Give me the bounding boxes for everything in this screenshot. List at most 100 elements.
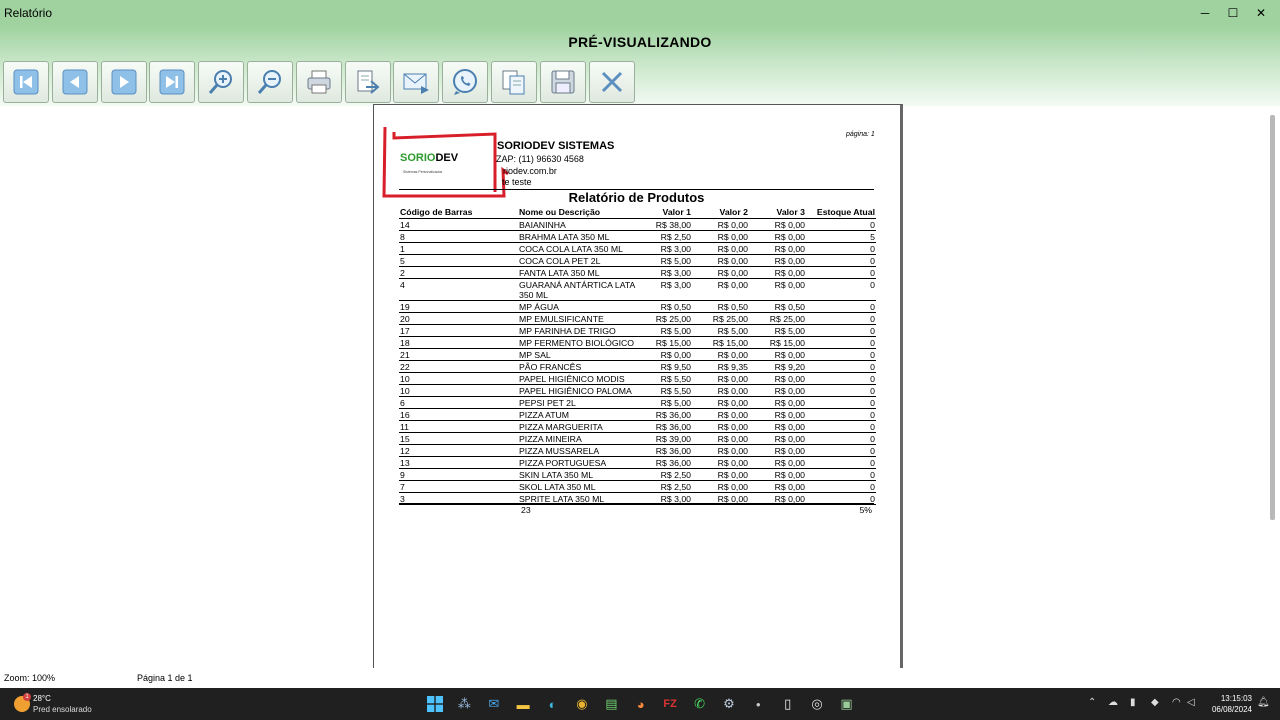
taskbar-report-app[interactable]: ▣ xyxy=(836,694,856,714)
previous-page-button[interactable] xyxy=(51,61,98,103)
taskbar-settings[interactable]: ⚙ xyxy=(719,694,739,714)
table-cell: R$ 9,35 xyxy=(692,360,749,373)
table-cell: R$ 25,00 xyxy=(650,312,692,325)
clock-date: 06/08/2024 xyxy=(1211,705,1252,714)
tray-volume-icon[interactable]: ◁ xyxy=(1187,697,1195,708)
table-row: 2 FANTA LATA 350 ML R$ 3,00 R$ 0,00 R$ 0,00 0 xyxy=(399,266,876,279)
maximize-button[interactable]: ☐ xyxy=(1219,4,1247,22)
tray-security-icon[interactable]: ◆ xyxy=(1151,697,1159,708)
table-row: 19 MP ÁGUA R$ 0,50 R$ 0,50 R$ 0,50 0 xyxy=(399,300,876,313)
table-cell: 0 xyxy=(806,254,876,267)
table-row: 13 PIZZA PORTUGUESA R$ 36,00 R$ 0,00 R$ 0,00… xyxy=(399,456,876,469)
taskbar-edge[interactable]: ◐ xyxy=(543,694,563,714)
table-cell: R$ 0,00 xyxy=(692,384,749,397)
table-cell: R$ 0,00 xyxy=(692,278,749,301)
mode-title: PRÉ-VISUALIZANDO xyxy=(568,34,712,50)
total-count: 23 xyxy=(521,505,531,515)
table-cell: R$ 0,00 xyxy=(749,396,806,409)
taskbar-chrome-dev[interactable]: ◎ xyxy=(807,694,827,714)
table-cell: 2 xyxy=(399,266,518,279)
taskbar-outlook[interactable]: ✉ xyxy=(484,694,504,714)
table-cell: BRAHMA LATA 350 ML xyxy=(518,230,650,243)
first-page-button[interactable] xyxy=(3,61,49,103)
table-cell: PAPEL HIGIÊNICO PALOMA xyxy=(518,384,650,397)
envelope-icon xyxy=(403,73,430,94)
table-cell: 15 xyxy=(399,432,518,445)
table-cell: 0 xyxy=(806,324,876,337)
start-button[interactable] xyxy=(425,694,445,714)
vertical-scrollbar[interactable] xyxy=(1270,115,1275,520)
table-cell: R$ 0,00 xyxy=(692,456,749,469)
table-cell: R$ 0,00 xyxy=(692,480,749,493)
table-cell: R$ 36,00 xyxy=(650,456,692,469)
table-cell: R$ 0,00 xyxy=(692,408,749,421)
export-button[interactable] xyxy=(344,61,391,103)
close-window-button[interactable]: ✕ xyxy=(1247,4,1275,22)
close-preview-button[interactable] xyxy=(588,61,635,103)
table-cell: 0 xyxy=(806,468,876,481)
column-header: Nome ou Descrição xyxy=(518,207,650,219)
table-cell: 17 xyxy=(399,324,518,337)
table-cell: 0 xyxy=(806,266,876,279)
tray-overflow-icon[interactable]: ⌃ xyxy=(1088,697,1096,708)
table-cell: R$ 0,00 xyxy=(692,444,749,457)
table-cell: R$ 5,00 xyxy=(749,324,806,337)
floppy-icon xyxy=(551,70,575,94)
logo-tagline: Sistemas Personalizados xyxy=(403,170,443,174)
table-cell: 0 xyxy=(806,384,876,397)
company-phone: ZAP: (11) 96630 4568 xyxy=(496,154,584,164)
table-cell: R$ 0,50 xyxy=(749,300,806,313)
taskbar-notes[interactable]: ▯ xyxy=(778,694,798,714)
copy-button[interactable] xyxy=(490,61,537,103)
taskbar-widgets[interactable]: ⁂ xyxy=(454,694,474,714)
minimize-button[interactable]: ─ xyxy=(1191,4,1219,22)
export-icon xyxy=(357,70,380,94)
table-cell: 12 xyxy=(399,444,518,457)
table-row: 12 PIZZA MUSSARELA R$ 36,00 R$ 0,00 R$ 0,00 0 xyxy=(399,444,876,457)
taskbar-filezilla[interactable]: FZ xyxy=(660,694,680,714)
taskbar-notepad[interactable]: ▤ xyxy=(601,694,621,714)
widgets-icon: ⁂ xyxy=(457,696,471,711)
column-header: Valor 2 xyxy=(692,207,749,219)
table-cell: R$ 0,00 xyxy=(749,444,806,457)
table-cell: 8 xyxy=(399,230,518,243)
last-page-button[interactable] xyxy=(149,61,196,103)
whatsapp-button[interactable] xyxy=(442,61,489,103)
taskbar-firefox[interactable]: ◕ xyxy=(631,694,651,714)
tray-usb-icon[interactable]: ▮ xyxy=(1130,697,1136,708)
weather-description[interactable]: Pred ensolarado xyxy=(33,705,92,714)
taskbar-clock[interactable]: 13:15:03 06/08/2024 xyxy=(1204,693,1252,715)
taskbar-chrome[interactable]: ◉ xyxy=(572,694,592,714)
taskbar-whatsapp[interactable]: ✆ xyxy=(690,694,710,714)
table-cell: MP SAL xyxy=(518,348,650,361)
logo-wordmark: SORIODEV xyxy=(400,152,458,164)
table-cell: R$ 0,00 xyxy=(692,432,749,445)
gear-icon: ⚙ xyxy=(723,696,735,711)
zoom-in-button[interactable] xyxy=(198,61,245,103)
weather-temperature[interactable]: 28°C xyxy=(33,694,51,703)
zoom-status: Zoom: 100% xyxy=(4,673,56,683)
tray-network-share-icon[interactable]: ☁ xyxy=(1108,697,1118,708)
zoom-out-button[interactable] xyxy=(246,61,293,103)
email-button[interactable] xyxy=(393,61,440,103)
table-cell: MP FERMENTO BIOLÓGICO xyxy=(518,336,650,349)
table-cell: 14 xyxy=(399,218,518,231)
table-cell: R$ 0,00 xyxy=(749,230,806,243)
table-cell: R$ 9,50 xyxy=(650,360,692,373)
save-button[interactable] xyxy=(539,61,586,103)
table-cell: R$ 0,00 xyxy=(692,372,749,385)
notification-bell-icon[interactable]: 🔔︎ xyxy=(1257,697,1270,708)
table-cell: R$ 5,50 xyxy=(650,384,692,397)
table-cell: R$ 0,00 xyxy=(650,348,692,361)
tray-wifi-icon[interactable]: ◠ xyxy=(1172,697,1181,708)
table-cell: 20 xyxy=(399,312,518,325)
table-cell: R$ 0,00 xyxy=(749,408,806,421)
print-button[interactable] xyxy=(295,61,342,103)
dot-icon: ● xyxy=(755,699,761,709)
table-cell: R$ 0,00 xyxy=(692,218,749,231)
table-cell: 0 xyxy=(806,444,876,457)
taskbar-app-dot[interactable]: ● xyxy=(748,694,768,714)
next-page-button[interactable] xyxy=(100,61,147,103)
notes-icon: ▯ xyxy=(784,696,792,711)
taskbar-explorer[interactable]: ▬ xyxy=(513,694,533,714)
